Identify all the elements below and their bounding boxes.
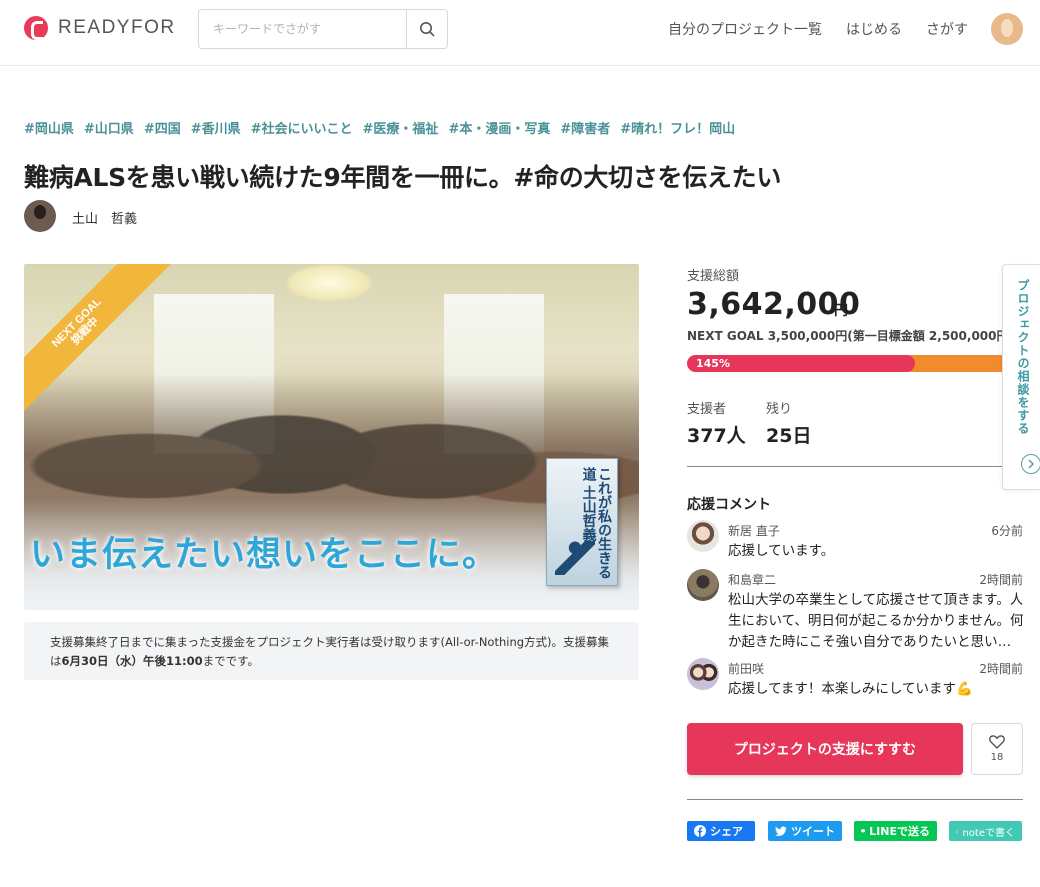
comment-body: 応援しています。: [728, 543, 835, 559]
comment-body: 応援してます！本楽しみにしています💪: [728, 681, 973, 697]
tag-link[interactable]: #医療・福祉: [363, 118, 439, 137]
line-icon: [861, 829, 866, 833]
share-facebook-button[interactable]: シェア: [687, 821, 755, 841]
share-twitter-label: ツイート: [791, 825, 835, 838]
nav-my-projects[interactable]: 自分のプロジェクト一覧: [668, 19, 822, 39]
notice-text-end: までです。: [202, 654, 259, 668]
side-tab-label: プロジェクトの相談をする: [1016, 279, 1030, 435]
tag-link[interactable]: #岡山県: [24, 118, 74, 137]
comment-time: 2時間前: [979, 573, 1023, 587]
next-goal-badge: NEXT GOAL 挑戦中: [24, 264, 174, 414]
note-icon: [956, 829, 959, 833]
progress-percent: 145%: [696, 357, 730, 370]
user-avatar[interactable]: [991, 13, 1023, 45]
comment-avatar[interactable]: [687, 520, 719, 552]
search-box: [198, 9, 448, 49]
nav-start[interactable]: はじめる: [846, 19, 902, 39]
total-label: 支援総額: [687, 269, 740, 284]
share-twitter-button[interactable]: ツイート: [768, 821, 842, 841]
owner-name[interactable]: 土山 哲義: [72, 208, 137, 227]
tag-link[interactable]: #社会にいいこと: [251, 118, 353, 137]
tag-link[interactable]: #障害者: [560, 118, 610, 137]
facebook-icon: [694, 825, 706, 837]
comment-avatar[interactable]: [687, 569, 719, 601]
search-input[interactable]: [199, 10, 406, 48]
project-hero-image: これが私の生きる道 土山哲義 いま伝えたい想いをここに。 NEXT GOAL 挑…: [24, 264, 639, 610]
logo-mark-icon: [24, 16, 48, 40]
comment-avatar[interactable]: [687, 658, 719, 690]
notice-deadline: 6月30日（水）午後11:00: [61, 654, 203, 668]
twitter-bird-icon: [775, 825, 787, 836]
photo-lamp: [284, 264, 374, 302]
share-line-button[interactable]: LINEで送る: [854, 821, 937, 841]
divider: [687, 799, 1023, 800]
comment-time: 6分前: [991, 524, 1023, 538]
tag-list: #岡山県 #山口県 #四国 #香川県 #社会にいいこと #医療・福祉 #本・漫画…: [24, 118, 735, 137]
owner-avatar[interactable]: [24, 200, 56, 232]
tag-link[interactable]: #本・漫画・写真: [448, 118, 550, 137]
heart-icon: [989, 735, 1005, 749]
remaining-label: 残り: [766, 402, 793, 417]
nav-search[interactable]: さがす: [926, 19, 968, 39]
comment-author[interactable]: 和島章二: [728, 571, 776, 588]
comment-author[interactable]: 前田咲: [728, 660, 764, 677]
search-icon: [420, 22, 435, 37]
comment-author[interactable]: 新居 直子: [728, 522, 780, 539]
consult-side-tab[interactable]: プロジェクトの相談をする: [1002, 264, 1040, 490]
supporters-label: 支援者: [687, 402, 727, 417]
funding-notice: 支援募集終了日までに集まった支援金をプロジェクト実行者は受け取ります(All-o…: [24, 622, 639, 680]
progress-bar: 145%: [687, 355, 1017, 372]
next-goal-text: NEXT GOAL 3,500,000円(第一目標金額 2,500,000円): [687, 329, 1007, 343]
favorite-button[interactable]: 18: [971, 723, 1023, 775]
share-note-label: noteで書く: [962, 827, 1015, 839]
comments-title: 応援コメント: [687, 497, 771, 513]
chevron-right-icon: [1021, 454, 1040, 474]
comment-body: 松山大学の卒業生として応援させて頂きます。人生において、明日何が起こるか分かりま…: [728, 592, 1024, 650]
tag-link[interactable]: #晴れ！フレ！岡山: [620, 118, 735, 137]
logo-text: READYFOR: [58, 17, 176, 38]
site-header: READYFOR 自分のプロジェクト一覧 はじめる さがす: [0, 0, 1040, 66]
amount-unit: 円: [834, 303, 848, 319]
favorite-count: 18: [990, 752, 1004, 763]
support-project-button[interactable]: プロジェクトの支援にすすむ: [687, 723, 963, 775]
book-figure-icon: [555, 541, 595, 575]
comment-time: 2時間前: [979, 662, 1023, 676]
book-cover: これが私の生きる道 土山哲義: [546, 458, 618, 586]
share-facebook-label: シェア: [710, 825, 743, 838]
tag-link[interactable]: #山口県: [84, 118, 134, 137]
remaining-days: 25日: [766, 425, 812, 447]
share-line-label: LINEで送る: [869, 825, 930, 838]
share-note-button[interactable]: noteで書く: [949, 821, 1022, 841]
hero-caption: いま伝えたい想いをここに。: [30, 534, 499, 575]
search-button[interactable]: [406, 10, 447, 48]
divider: [687, 466, 1023, 467]
tag-link[interactable]: #四国: [144, 118, 181, 137]
supporters-count: 377人: [687, 425, 746, 447]
tag-link[interactable]: #香川県: [191, 118, 241, 137]
project-title: 難病ALSを患い戦い続けた9年間を一冊に。#命の大切さを伝えたい: [24, 163, 782, 192]
readyfor-logo[interactable]: READYFOR: [24, 16, 176, 40]
next-goal-ribbon: NEXT GOAL 挑戦中: [24, 264, 174, 414]
